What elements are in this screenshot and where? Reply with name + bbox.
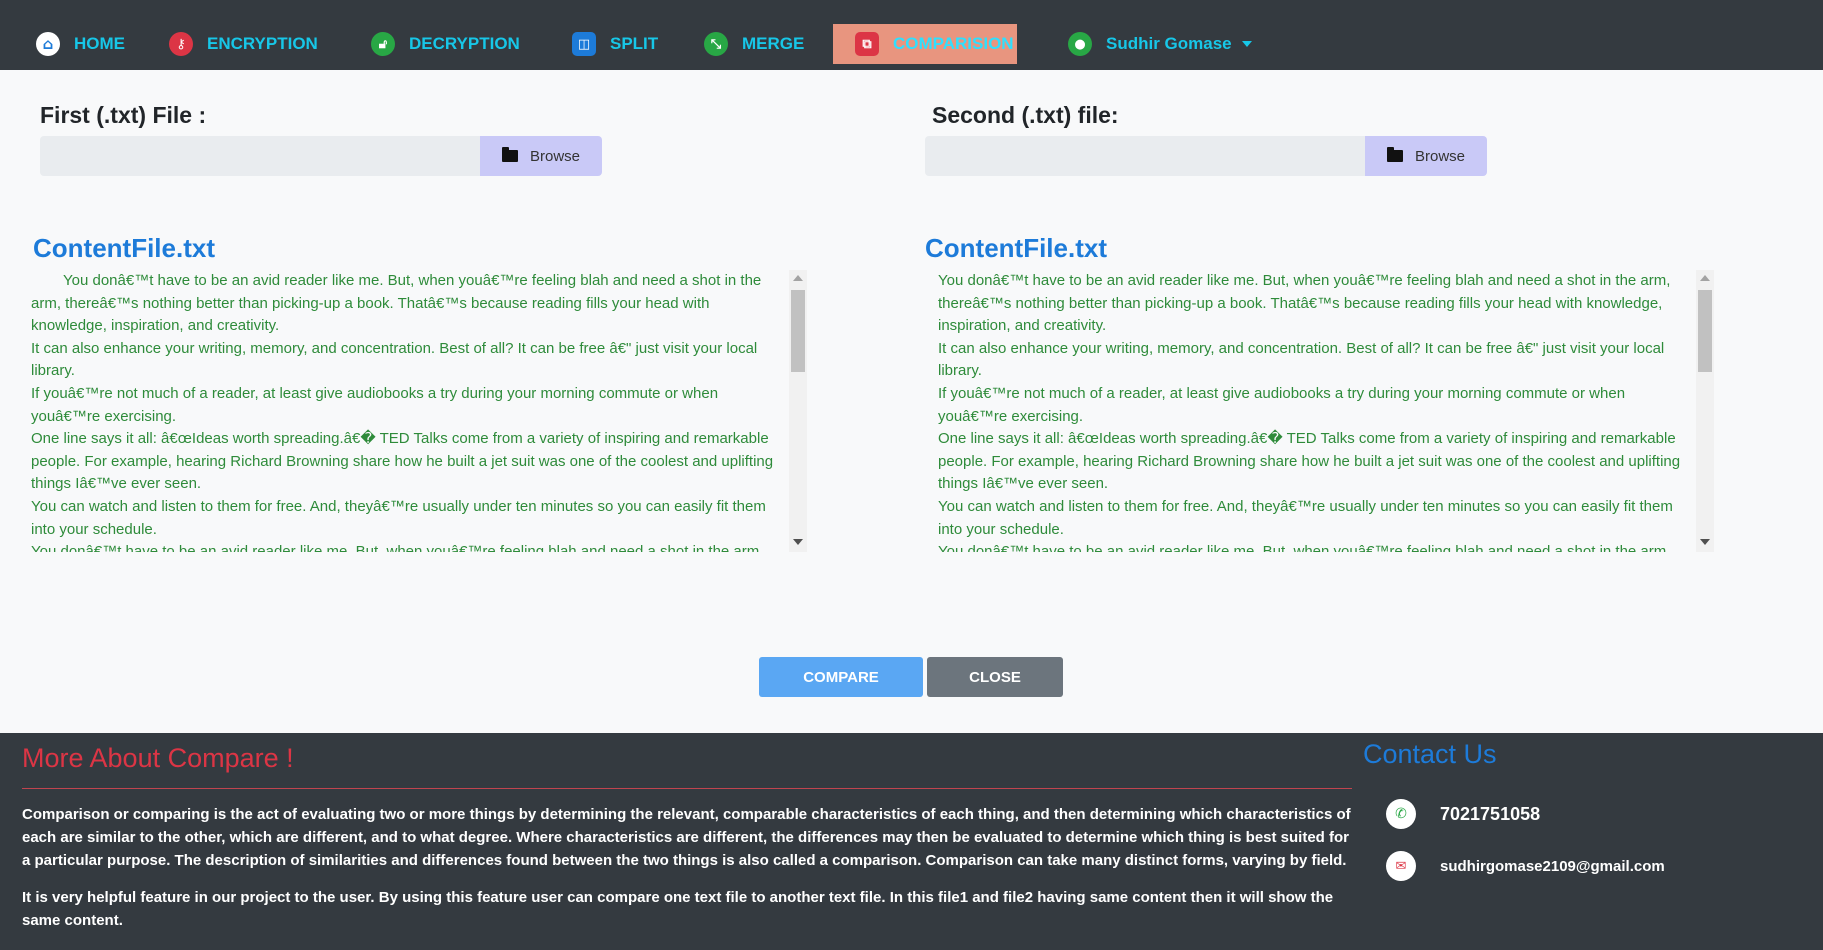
content-line: You donâ€™t have to be an avid reader li… — [31, 543, 764, 552]
scroll-thumb[interactable] — [1698, 290, 1712, 372]
scroll-down-icon[interactable] — [793, 539, 803, 545]
phone-icon: ✆ — [1386, 799, 1416, 829]
first-browse-label: Browse — [529, 147, 581, 165]
split-icon: ◫ — [572, 32, 596, 56]
content-line: If youâ€™re not much of a reader, at lea… — [31, 384, 719, 425]
scroll-up-icon[interactable] — [1700, 275, 1710, 281]
nav-decryption[interactable]: 🔓︎ DECRYPTION — [371, 24, 520, 64]
content-line: You donâ€™t have to be an avid reader li… — [938, 272, 1671, 335]
content-line: You donâ€™t have to be an avid reader li… — [31, 272, 762, 335]
contact-title: Contact Us — [1363, 739, 1497, 769]
content-line: It can also enhance your writing, memory… — [31, 339, 758, 380]
key-icon: ⚷ — [169, 32, 193, 56]
first-scrollbar[interactable] — [789, 270, 807, 552]
nav-comparision-label: COMPARISION — [893, 34, 1014, 53]
scroll-thumb[interactable] — [791, 290, 805, 372]
second-content-box: You donâ€™t have to be an avid reader li… — [938, 270, 1696, 552]
nav-home[interactable]: ⌂ HOME — [36, 24, 125, 64]
merge-icon: ⤡ — [704, 32, 728, 56]
unlock-icon: 🔓︎ — [371, 32, 395, 56]
mail-icon: ✉ — [1386, 851, 1416, 881]
nav-split[interactable]: ◫ SPLIT — [572, 24, 658, 64]
first-file-input[interactable] — [40, 136, 480, 176]
footer-divider — [22, 788, 1352, 789]
folder-icon — [501, 147, 518, 162]
user-icon: ● — [1068, 32, 1092, 56]
close-button[interactable]: CLOSE — [927, 657, 1063, 697]
scroll-down-icon[interactable] — [1700, 539, 1710, 545]
first-content-text: You donâ€™t have to be an avid reader li… — [31, 270, 789, 552]
second-file-input[interactable] — [925, 136, 1365, 176]
chevron-down-icon — [1241, 41, 1252, 47]
nav-encryption-label: ENCRYPTION — [207, 34, 318, 53]
first-content-title: ContentFile.txt — [33, 233, 215, 263]
second-content-text: You donâ€™t have to be an avid reader li… — [938, 270, 1696, 552]
nav-home-label: HOME — [74, 34, 125, 53]
content-line: You donâ€™t have to be an avid reader li… — [938, 543, 1671, 552]
compare-button[interactable]: COMPARE — [759, 657, 923, 697]
navbar: ⌂ HOME ⚷ ENCRYPTION 🔓︎ DECRYPTION ◫ SPLI… — [0, 0, 1823, 70]
second-scrollbar[interactable] — [1696, 270, 1714, 552]
about-title: More About Compare ! — [22, 743, 294, 773]
second-file-label: Second (.txt) file: — [932, 102, 1119, 128]
first-file-label: First (.txt) File : — [40, 102, 207, 128]
nav-merge-label: MERGE — [742, 34, 805, 53]
home-icon: ⌂ — [36, 32, 60, 56]
user-name: Sudhir Gomase — [1106, 34, 1232, 53]
nav-decryption-label: DECRYPTION — [409, 34, 520, 53]
content-line: One line says it all: â€œIdeas worth spr… — [31, 430, 774, 493]
contact-phone: 7021751058 — [1440, 804, 1541, 824]
second-content-title: ContentFile.txt — [925, 233, 1107, 263]
about-paragraph-1: Comparison or comparing is the act of ev… — [22, 806, 1351, 869]
user-menu[interactable]: ● Sudhir Gomase — [1068, 24, 1252, 64]
first-browse-button[interactable]: Browse — [480, 136, 602, 176]
nav-encryption[interactable]: ⚷ ENCRYPTION — [169, 24, 318, 64]
nav-merge[interactable]: ⤡ MERGE — [704, 24, 804, 64]
compare-icon: ⧉ — [855, 32, 879, 56]
content-line: You can watch and listen to them for fre… — [938, 497, 1673, 538]
content-line: If youâ€™re not much of a reader, at lea… — [938, 384, 1626, 425]
second-browse-button[interactable]: Browse — [1365, 136, 1487, 176]
contact-email[interactable]: sudhirgomase2109@gmail.com — [1440, 858, 1665, 875]
footer: More About Compare ! Comparison or compa… — [0, 733, 1823, 950]
nav-split-label: SPLIT — [610, 34, 659, 53]
nav-comparision[interactable]: ⧉ COMPARISION — [833, 24, 1017, 64]
folder-icon — [1386, 147, 1403, 162]
first-content-box: You donâ€™t have to be an avid reader li… — [31, 270, 789, 552]
content-line: One line says it all: â€œIdeas worth spr… — [938, 430, 1681, 493]
second-browse-label: Browse — [1414, 147, 1466, 165]
about-paragraph-2: It is very helpful feature in our projec… — [22, 889, 1334, 929]
content-line: It can also enhance your writing, memory… — [938, 339, 1665, 380]
content-line: You can watch and listen to them for fre… — [31, 497, 766, 538]
scroll-up-icon[interactable] — [793, 275, 803, 281]
